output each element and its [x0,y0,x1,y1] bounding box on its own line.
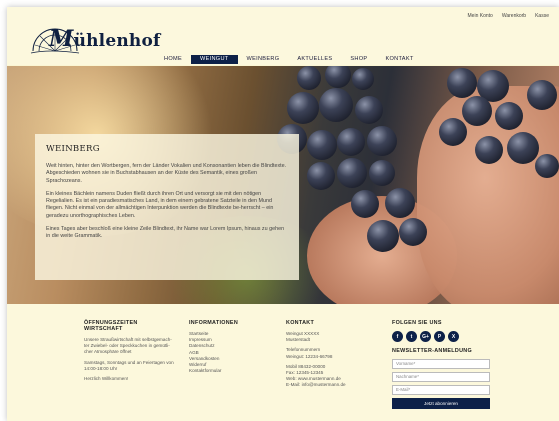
information-title: INFORMATIONEN [189,320,239,326]
checkout-link[interactable]: Kasse [535,13,549,19]
firstname-field[interactable]: Vorname* [392,359,490,369]
contact-web[interactable]: Web: www.mustermann.de [286,376,341,381]
paragraph-3: Eines Tages aber beschloß eine kleine Ze… [46,226,285,240]
contact-email[interactable]: E-Mail: info@mustermann.de [286,382,346,387]
nav-home[interactable]: HOME [155,55,191,64]
footer-contact: KONTAKT Weingut XXXXX Musterstadt Telefo… [286,320,376,393]
xing-icon[interactable]: X [448,331,459,342]
nav-weinberg[interactable]: WEINBERG [238,55,289,64]
logo-rest: ühlenhof [73,31,161,51]
social-icons: f t G+ P X [392,331,492,342]
contact-mobile: Mobil 88432-00000 [286,363,326,369]
contact-phones: Telefonnummern Weingut: 12234-66798 [286,347,376,359]
my-account-link[interactable]: Mein Konto [468,13,493,19]
email-field[interactable]: E-Mail* [392,385,490,395]
hero-image: WEINBERG Weit hinten, hinter den Wortber… [7,66,559,304]
opening-hours-times: Samstags, Sonntags und an Feiertagen von… [84,359,174,371]
opening-hours-title: ÖFFNUNGSZEITEN WIRTSCHAFT [84,320,138,332]
contact-details: Mobil 88432-00000 Fax: 12345-12345 Web: … [286,364,376,389]
main-navigation: HOME WEINGUT WEINBERG AKTUELLES SHOP KON… [155,55,423,64]
footer: ÖFFNUNGSZEITEN WIRTSCHAFT Unsere Straußw… [7,304,559,421]
contact-company: Weingut XXXXX [286,331,320,336]
twitter-icon[interactable]: t [406,331,417,342]
top-navigation: Mein Konto Warenkorb Kasse [468,13,549,19]
nav-shop[interactable]: SHOP [341,55,376,64]
content-panel: WEINBERG Weit hinten, hinter den Wortber… [35,134,299,280]
contact-phone: Weingut: 12234-66798 [286,353,333,359]
footer-information: INFORMATIONEN Startseite Impressum Daten… [189,320,259,374]
opening-hours-text: Unsere Straußwirtschaft mit selbstgemach… [84,337,172,355]
link-kontaktformular[interactable]: Kontaktformular [189,368,259,374]
welcome-text: Herzlich Willkommen! [84,376,129,382]
contact-fax: Fax: 12345-12345 [286,370,324,376]
contact-address: Weingut XXXXX Musterstadt [286,331,376,343]
logo-text: Mühlenhof [49,26,161,52]
follow-title: FOLGEN SIE UNS [392,320,442,326]
footer-opening-hours: ÖFFNUNGSZEITEN WIRTSCHAFT Unsere Straußw… [84,320,176,386]
website: Mein Konto Warenkorb Kasse Mühlenhof HOM… [7,7,559,421]
header: Mein Konto Warenkorb Kasse Mühlenhof HOM… [7,7,559,65]
paragraph-2: Ein kleines Bächlein namens Duden fließt… [46,190,274,219]
facebook-icon[interactable]: f [392,331,403,342]
lastname-field[interactable]: Nachname* [392,372,490,382]
contact-title: KONTAKT [286,320,315,326]
subscribe-button[interactable]: Jetzt abonnieren [392,398,490,409]
google-plus-icon[interactable]: G+ [420,331,431,342]
logo-lead-letter: M [49,26,74,52]
newsletter-title: NEWSLETTER-ANMELDUNG [392,348,472,354]
footer-social-newsletter: FOLGEN SIE UNS f t G+ P X NEWSLETTER-ANM… [392,320,492,409]
contact-city: Musterstadt [286,337,310,343]
nav-weingut[interactable]: WEINGUT [190,55,238,64]
contact-phone-label: Telefonnummern [286,347,321,353]
nav-kontakt[interactable]: KONTAKT [376,55,422,64]
cart-link[interactable]: Warenkorb [502,13,526,19]
pinterest-icon[interactable]: P [434,331,445,342]
section-title: WEINBERG [46,144,100,154]
nav-aktuelles[interactable]: AKTUELLES [288,55,341,64]
paragraph-1: Weit hinten, hinter den Wortbergen, fern… [46,163,287,184]
